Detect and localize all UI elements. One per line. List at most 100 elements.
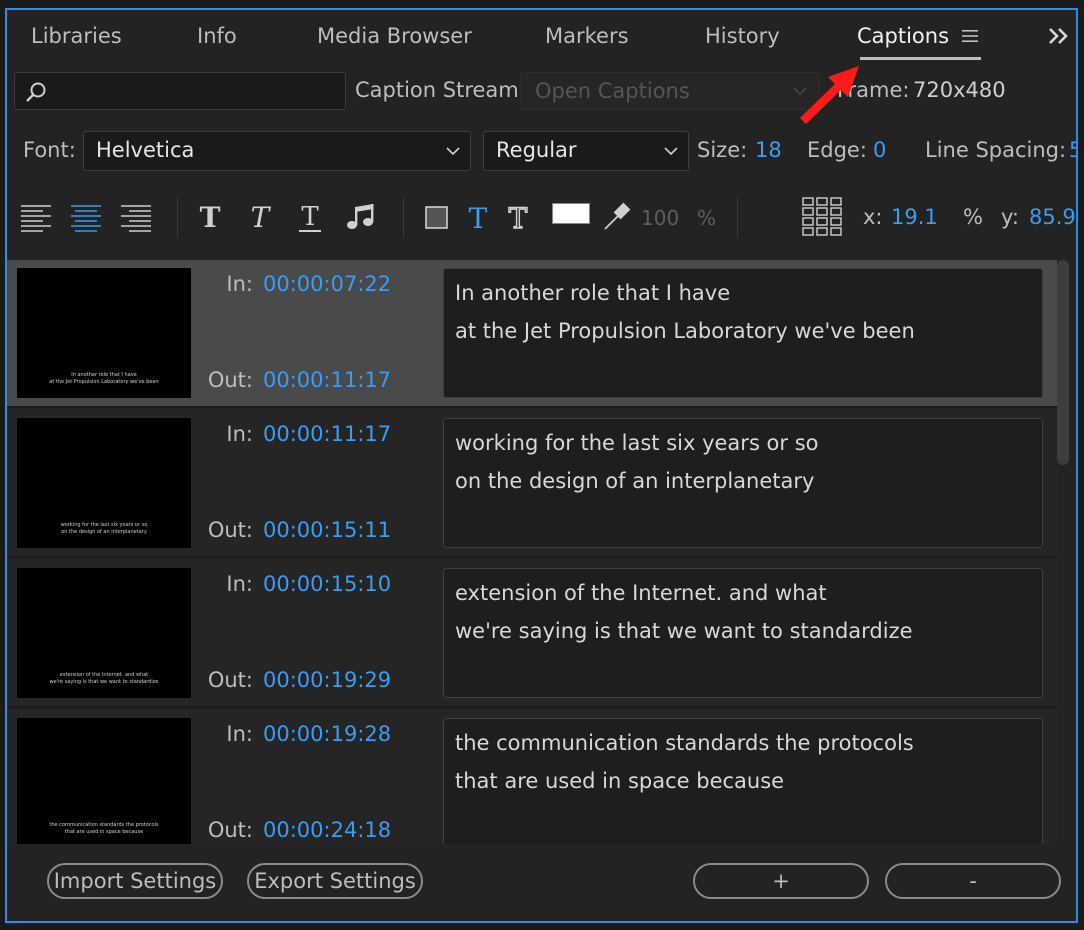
thumbnail-caption-line: In another role that I have [71, 372, 137, 378]
underline-icon[interactable]: T [293, 200, 327, 234]
caption-line-1: the communication standards the protocol… [455, 731, 914, 755]
svg-text:T: T [251, 201, 272, 234]
in-label: In: [226, 722, 253, 746]
color-swatch[interactable] [552, 203, 590, 224]
caption-line-1: extension of the Internet. and what [455, 581, 827, 605]
tab-markers[interactable]: Markers [545, 24, 629, 48]
caption-line-2: at the Jet Propulsion Laboratory we've b… [455, 319, 915, 343]
caption-line-2: that are used in space because [455, 769, 785, 793]
tab-media-browser[interactable]: Media Browser [317, 24, 472, 48]
tab-libraries[interactable]: Libraries [31, 24, 122, 48]
toolbar-divider [403, 198, 404, 238]
tab-info[interactable]: Info [197, 24, 237, 48]
out-timecode[interactable]: 00:00:24:18 [263, 818, 391, 842]
y-position-label: y: [1001, 205, 1019, 229]
position-grid-icon[interactable] [801, 196, 843, 238]
thumbnail-caption-line: extension of the Internet. and what [59, 672, 149, 678]
x-position-label: x: [863, 205, 883, 229]
svg-text:T: T [301, 202, 319, 232]
music-note-icon[interactable] [343, 200, 377, 234]
font-style-select[interactable]: Regular [483, 131, 689, 171]
tab-history[interactable]: History [705, 24, 780, 48]
thumbnail-caption-line: we're saying is that we want to standard… [49, 679, 159, 685]
add-caption-button[interactable]: + [693, 863, 869, 899]
out-timecode[interactable]: 00:00:19:29 [263, 668, 391, 692]
thumbnail-caption-line: working for the last six years or so [60, 522, 148, 528]
caption-text-field[interactable]: the communication standards the protocol… [443, 718, 1043, 844]
out-label: Out: [207, 818, 253, 842]
active-tab-underline [860, 57, 981, 60]
caption-stream-label: Caption Stream: [355, 78, 526, 102]
expand-panels-icon[interactable] [1047, 26, 1071, 46]
caption-stream-select[interactable]: Open Captions [520, 72, 820, 110]
caption-text-field[interactable]: extension of the Internet. and what we'r… [443, 568, 1043, 698]
eyedropper-icon[interactable] [599, 200, 633, 234]
text-color-icon[interactable]: T [461, 200, 495, 234]
red-arrow-annotation [800, 66, 859, 124]
line-spacing-label: Line Spacing: [925, 138, 1067, 162]
caption-stream-value: Open Captions [535, 79, 690, 103]
caption-line-1: In another role that I have [455, 281, 731, 305]
y-position-value[interactable]: 85.94 [1029, 205, 1076, 229]
panel-menu-icon[interactable] [962, 28, 978, 44]
tab-captions[interactable]: Captions [857, 24, 949, 48]
caption-thumbnail: In another role that I have at the Jet P… [17, 268, 191, 398]
caption-row[interactable]: extension of the Internet. and what we'r… [7, 560, 1057, 708]
caption-line-1: working for the last six years or so [455, 431, 819, 455]
edge-label: Edge: [807, 138, 867, 162]
caption-row[interactable]: the communication standards the protocol… [7, 710, 1057, 844]
text-edge-icon[interactable]: T [501, 200, 535, 234]
caption-line-2: on the design of an interplanetary [455, 469, 815, 493]
out-timecode[interactable]: 00:00:15:11 [263, 518, 391, 542]
caption-text-field[interactable]: In another role that I have at the Jet P… [443, 268, 1043, 398]
in-timecode[interactable]: 00:00:15:10 [263, 572, 391, 596]
edge-value[interactable]: 0 [873, 138, 886, 162]
size-value[interactable]: 18 [755, 138, 782, 162]
caption-row[interactable]: In another role that I have at the Jet P… [7, 260, 1057, 408]
vertical-scrollbar[interactable] [1057, 260, 1069, 465]
out-label: Out: [207, 518, 253, 542]
in-timecode[interactable]: 00:00:11:17 [263, 422, 391, 446]
opacity-value[interactable]: 100 [641, 206, 679, 230]
thumbnail-caption-line: on the design of an interplanetary [61, 529, 147, 535]
frame-value: 720x480 [913, 78, 1006, 102]
out-label: Out: [207, 368, 253, 392]
bold-icon[interactable]: T [193, 200, 227, 234]
size-label: Size: [697, 138, 748, 162]
opacity-unit: % [697, 206, 717, 230]
out-label: Out: [207, 668, 253, 692]
align-right-icon[interactable] [119, 200, 153, 234]
caption-thumbnail: working for the last six years or so on … [17, 418, 191, 548]
font-family-select[interactable]: Helvetica [83, 131, 471, 171]
font-label: Font: [23, 138, 76, 162]
thumbnail-caption-line: the communication standards the protocol… [49, 822, 159, 828]
out-timecode[interactable]: 00:00:11:17 [263, 368, 391, 392]
in-timecode[interactable]: 00:00:19:28 [263, 722, 391, 746]
caption-thumbnail: the communication standards the protocol… [17, 718, 191, 844]
import-settings-button[interactable]: Import Settings [47, 863, 223, 899]
caption-thumbnail: extension of the Internet. and what we'r… [17, 568, 191, 698]
in-label: In: [226, 422, 253, 446]
line-spacing-value[interactable]: 5 [1069, 138, 1076, 162]
align-left-icon[interactable] [19, 200, 53, 234]
caption-text-field[interactable]: working for the last six years or so on … [443, 418, 1043, 548]
svg-text:T: T [200, 201, 221, 234]
export-settings-button[interactable]: Export Settings [247, 863, 423, 899]
x-position-value[interactable]: 19.1 [891, 205, 938, 229]
in-timecode[interactable]: 00:00:07:22 [263, 272, 391, 296]
chevron-down-icon [446, 147, 460, 156]
toolbar-divider [737, 198, 738, 238]
in-label: In: [226, 572, 253, 596]
svg-text:T: T [509, 202, 528, 234]
caption-row[interactable]: working for the last six years or so on … [7, 410, 1057, 558]
search-input[interactable] [14, 72, 346, 110]
background-box-icon[interactable] [419, 200, 453, 234]
in-label: In: [226, 272, 253, 296]
captions-panel: Libraries Info Media Browser Markers His… [5, 8, 1078, 923]
chevron-down-icon [664, 147, 678, 156]
align-center-icon[interactable] [69, 200, 103, 234]
svg-text:T: T [469, 202, 488, 234]
thumbnail-caption-line: at the Jet Propulsion Laboratory we've b… [49, 379, 159, 385]
italic-icon[interactable]: T [243, 200, 277, 234]
remove-caption-button[interactable]: - [885, 863, 1061, 899]
